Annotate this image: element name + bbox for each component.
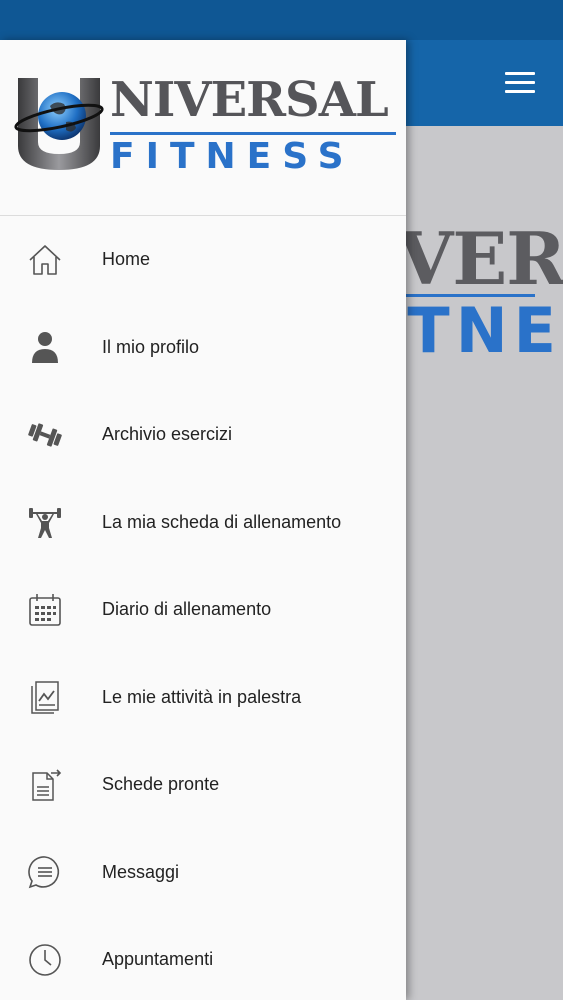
navigation-drawer: NIVERSAL FITNESS Home Il mio profilo Arc… xyxy=(0,40,406,1000)
menu-item-profile[interactable]: Il mio profilo xyxy=(0,304,406,392)
menu-item-label: Le mie attività in palestra xyxy=(102,686,302,707)
menu-item-label: Diario di allenamento xyxy=(102,599,272,620)
menu-item-label: Messaggi xyxy=(102,861,180,882)
hamburger-icon[interactable] xyxy=(505,72,535,94)
document-transfer-icon xyxy=(25,765,65,805)
menu-item-messages[interactable]: Messaggi xyxy=(0,829,406,917)
menu-item-training-diary[interactable]: Diario di allenamento xyxy=(0,566,406,654)
menu-item-label: Il mio profilo xyxy=(102,336,200,357)
calendar-icon xyxy=(25,590,65,630)
message-icon xyxy=(25,852,65,892)
weightlifter-icon xyxy=(25,502,65,542)
menu-item-label: Schede pronte xyxy=(102,774,220,795)
menu-item-label: Home xyxy=(102,249,151,270)
person-icon xyxy=(25,327,65,367)
status-bar xyxy=(0,0,563,40)
logo-text-bottom: FITNESS xyxy=(110,136,355,177)
dumbbell-icon xyxy=(25,415,65,455)
drawer-menu: Home Il mio profilo Archivio esercizi La… xyxy=(0,216,406,1000)
menu-item-appointments[interactable]: Appuntamenti xyxy=(0,916,406,1000)
menu-item-label: Archivio esercizi xyxy=(102,424,233,445)
logo-text-top: NIVERSAL xyxy=(110,72,389,128)
menu-item-ready-plans[interactable]: Schede pronte xyxy=(0,741,406,829)
activity-report-icon xyxy=(25,677,65,717)
home-icon xyxy=(25,240,65,280)
menu-item-label: La mia scheda di allenamento xyxy=(102,511,342,532)
clock-icon xyxy=(25,940,65,980)
menu-item-gym-activities[interactable]: Le mie attività in palestra xyxy=(0,654,406,742)
menu-item-training-plan[interactable]: La mia scheda di allenamento xyxy=(0,479,406,567)
menu-item-exercise-archive[interactable]: Archivio esercizi xyxy=(0,391,406,479)
drawer-header: NIVERSAL FITNESS xyxy=(0,40,406,216)
menu-item-label: Appuntamenti xyxy=(102,949,214,970)
globe-logo-icon xyxy=(14,78,104,170)
menu-item-home[interactable]: Home xyxy=(0,216,406,304)
brand-logo: NIVERSAL FITNESS xyxy=(10,70,400,180)
logo-divider xyxy=(110,132,396,135)
